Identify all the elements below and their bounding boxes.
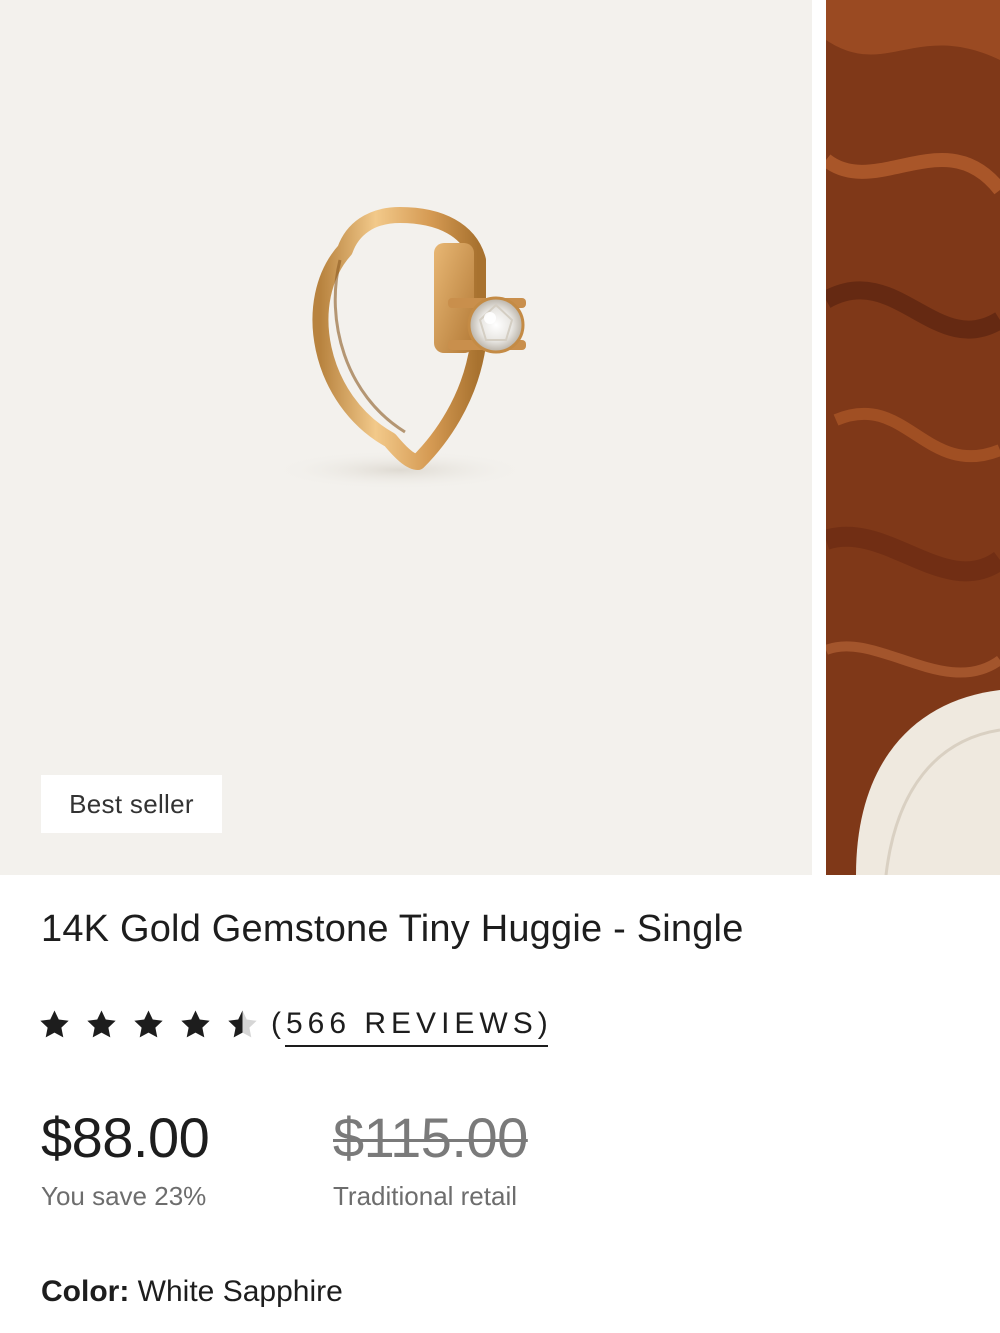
- product-image-main[interactable]: Best seller: [0, 0, 812, 875]
- product-image-gallery[interactable]: Best seller: [0, 0, 1000, 875]
- current-price: $88.00: [41, 1106, 210, 1169]
- original-price: $115.00: [333, 1106, 528, 1169]
- rating-stars: [38, 1008, 273, 1041]
- star-half-icon: [228, 1009, 257, 1037]
- color-label: Color:: [41, 1275, 130, 1308]
- star-icon: [40, 1009, 69, 1037]
- best-seller-badge: Best seller: [41, 775, 222, 833]
- product-image-next[interactable]: [826, 0, 1000, 875]
- original-price-label: Traditional retail: [333, 1181, 518, 1211]
- product-rating: (566 REVIEWS): [38, 1000, 553, 1048]
- badge-label: Best seller: [69, 788, 194, 819]
- product-title: 14K Gold Gemstone Tiny Huggie - Single: [41, 908, 744, 950]
- savings-text: You save 23%: [41, 1181, 207, 1211]
- star-icon: [87, 1009, 116, 1037]
- model-hair-image: [826, 0, 1000, 875]
- reviews-link[interactable]: (566 REVIEWS): [271, 1007, 553, 1041]
- gold-huggie-earring-image: [270, 207, 530, 490]
- color-selection: Color: White Sapphire: [41, 1275, 343, 1309]
- color-value: White Sapphire: [137, 1275, 343, 1308]
- star-icon: [134, 1009, 163, 1037]
- reviews-link-underline: [285, 1045, 548, 1047]
- star-icon: [181, 1009, 210, 1037]
